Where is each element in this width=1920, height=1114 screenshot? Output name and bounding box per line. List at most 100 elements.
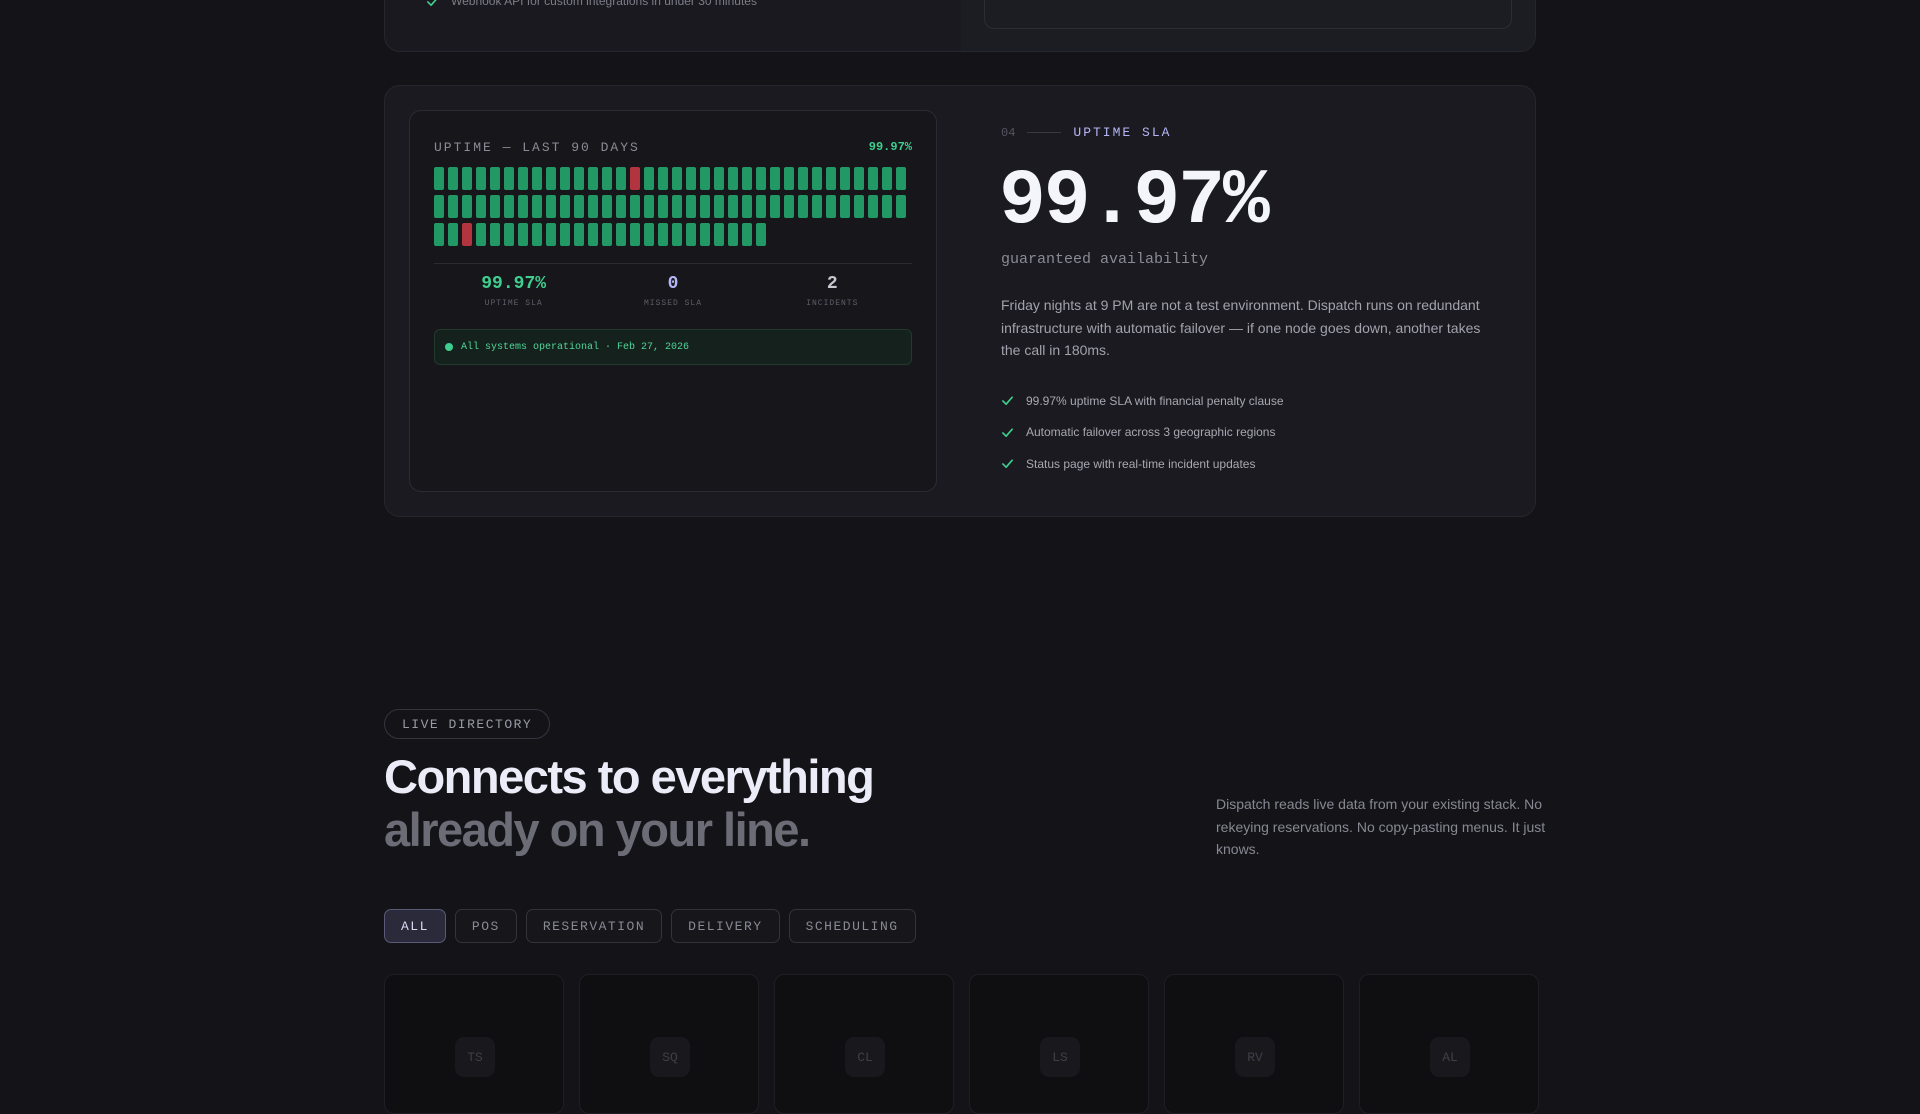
uptime-day-bar[interactable]	[840, 195, 850, 218]
uptime-day-bar[interactable]	[700, 223, 710, 246]
uptime-day-bar[interactable]	[882, 195, 892, 218]
uptime-day-bar[interactable]	[616, 223, 626, 246]
integration-card[interactable]: TS	[384, 974, 564, 1114]
uptime-day-bar[interactable]	[644, 223, 654, 246]
uptime-day-bar[interactable]	[518, 223, 528, 246]
uptime-day-bar[interactable]	[434, 167, 444, 190]
uptime-day-bar[interactable]	[546, 167, 556, 190]
uptime-day-bar[interactable]	[784, 195, 794, 218]
uptime-day-bar[interactable]	[714, 167, 724, 190]
uptime-day-bar[interactable]	[574, 223, 584, 246]
uptime-day-bar[interactable]	[742, 195, 752, 218]
uptime-day-bar[interactable]	[476, 195, 486, 218]
uptime-day-bar[interactable]	[896, 167, 906, 190]
uptime-day-bar[interactable]	[532, 167, 542, 190]
uptime-day-bar[interactable]	[896, 195, 906, 218]
filter-scheduling[interactable]: SCHEDULING	[788, 909, 916, 943]
uptime-day-bar[interactable]	[560, 195, 570, 218]
uptime-day-bar[interactable]	[504, 223, 514, 246]
uptime-day-bar[interactable]	[504, 167, 514, 190]
uptime-day-bar[interactable]	[560, 167, 570, 190]
uptime-day-bar[interactable]	[686, 195, 696, 218]
uptime-day-bar[interactable]	[588, 195, 598, 218]
uptime-day-bar[interactable]	[616, 167, 626, 190]
uptime-day-bar[interactable]	[812, 195, 822, 218]
uptime-day-bar[interactable]	[644, 195, 654, 218]
filter-delivery[interactable]: DELIVERY	[671, 909, 780, 943]
uptime-day-bar[interactable]	[602, 167, 612, 190]
uptime-day-bar[interactable]	[574, 195, 584, 218]
uptime-day-bar[interactable]	[854, 167, 864, 190]
incident-day-bar[interactable]	[630, 167, 640, 190]
uptime-day-bar[interactable]	[602, 195, 612, 218]
uptime-day-bar[interactable]	[770, 195, 780, 218]
integration-card[interactable]: RV	[1164, 974, 1344, 1114]
uptime-day-bar[interactable]	[644, 167, 654, 190]
uptime-day-bar[interactable]	[630, 223, 640, 246]
uptime-day-bar[interactable]	[504, 195, 514, 218]
uptime-day-bar[interactable]	[448, 223, 458, 246]
uptime-day-bar[interactable]	[588, 223, 598, 246]
uptime-day-bar[interactable]	[756, 195, 766, 218]
uptime-day-bar[interactable]	[462, 167, 472, 190]
uptime-day-bar[interactable]	[714, 195, 724, 218]
uptime-day-bar[interactable]	[462, 195, 472, 218]
uptime-day-bar[interactable]	[532, 223, 542, 246]
uptime-day-bar[interactable]	[812, 167, 822, 190]
uptime-day-bar[interactable]	[854, 195, 864, 218]
uptime-day-bar[interactable]	[742, 167, 752, 190]
uptime-day-bar[interactable]	[798, 195, 808, 218]
uptime-day-bar[interactable]	[728, 195, 738, 218]
uptime-day-bar[interactable]	[476, 167, 486, 190]
uptime-day-bar[interactable]	[826, 195, 836, 218]
uptime-day-bar[interactable]	[602, 223, 612, 246]
uptime-day-bar[interactable]	[868, 167, 878, 190]
uptime-day-bar[interactable]	[448, 167, 458, 190]
uptime-day-bar[interactable]	[588, 167, 598, 190]
uptime-day-bar[interactable]	[434, 195, 444, 218]
uptime-day-bar[interactable]	[490, 195, 500, 218]
uptime-day-bar[interactable]	[434, 223, 444, 246]
uptime-day-bar[interactable]	[798, 167, 808, 190]
uptime-day-bar[interactable]	[490, 223, 500, 246]
uptime-day-bar[interactable]	[868, 195, 878, 218]
uptime-day-bar[interactable]	[826, 167, 836, 190]
uptime-day-bar[interactable]	[686, 223, 696, 246]
integration-card[interactable]: LS	[969, 974, 1149, 1114]
uptime-day-bar[interactable]	[840, 167, 850, 190]
uptime-day-bar[interactable]	[490, 167, 500, 190]
incident-day-bar[interactable]	[462, 223, 472, 246]
uptime-day-bar[interactable]	[658, 223, 668, 246]
uptime-day-bar[interactable]	[448, 195, 458, 218]
uptime-day-bar[interactable]	[658, 195, 668, 218]
uptime-day-bar[interactable]	[742, 223, 752, 246]
integration-card[interactable]: SQ	[579, 974, 759, 1114]
uptime-day-bar[interactable]	[532, 195, 542, 218]
uptime-day-bar[interactable]	[672, 223, 682, 246]
integration-card[interactable]: AL	[1359, 974, 1539, 1114]
uptime-day-bar[interactable]	[546, 195, 556, 218]
uptime-day-bar[interactable]	[784, 167, 794, 190]
uptime-day-bar[interactable]	[770, 167, 780, 190]
uptime-day-bar[interactable]	[728, 223, 738, 246]
uptime-day-bar[interactable]	[518, 167, 528, 190]
uptime-day-bar[interactable]	[616, 195, 626, 218]
uptime-day-bar[interactable]	[672, 195, 682, 218]
uptime-day-bar[interactable]	[756, 223, 766, 246]
uptime-day-bar[interactable]	[686, 167, 696, 190]
filter-all[interactable]: ALL	[384, 909, 446, 943]
uptime-day-bar[interactable]	[756, 167, 766, 190]
uptime-day-bar[interactable]	[700, 167, 710, 190]
uptime-day-bar[interactable]	[630, 195, 640, 218]
uptime-day-bar[interactable]	[728, 167, 738, 190]
uptime-day-bar[interactable]	[882, 167, 892, 190]
uptime-day-bar[interactable]	[658, 167, 668, 190]
uptime-day-bar[interactable]	[476, 223, 486, 246]
uptime-day-bar[interactable]	[672, 167, 682, 190]
uptime-day-bar[interactable]	[714, 223, 724, 246]
integration-card[interactable]: CL	[774, 974, 954, 1114]
uptime-day-bar[interactable]	[560, 223, 570, 246]
uptime-day-bar[interactable]	[518, 195, 528, 218]
uptime-day-bar[interactable]	[700, 195, 710, 218]
uptime-day-bar[interactable]	[574, 167, 584, 190]
